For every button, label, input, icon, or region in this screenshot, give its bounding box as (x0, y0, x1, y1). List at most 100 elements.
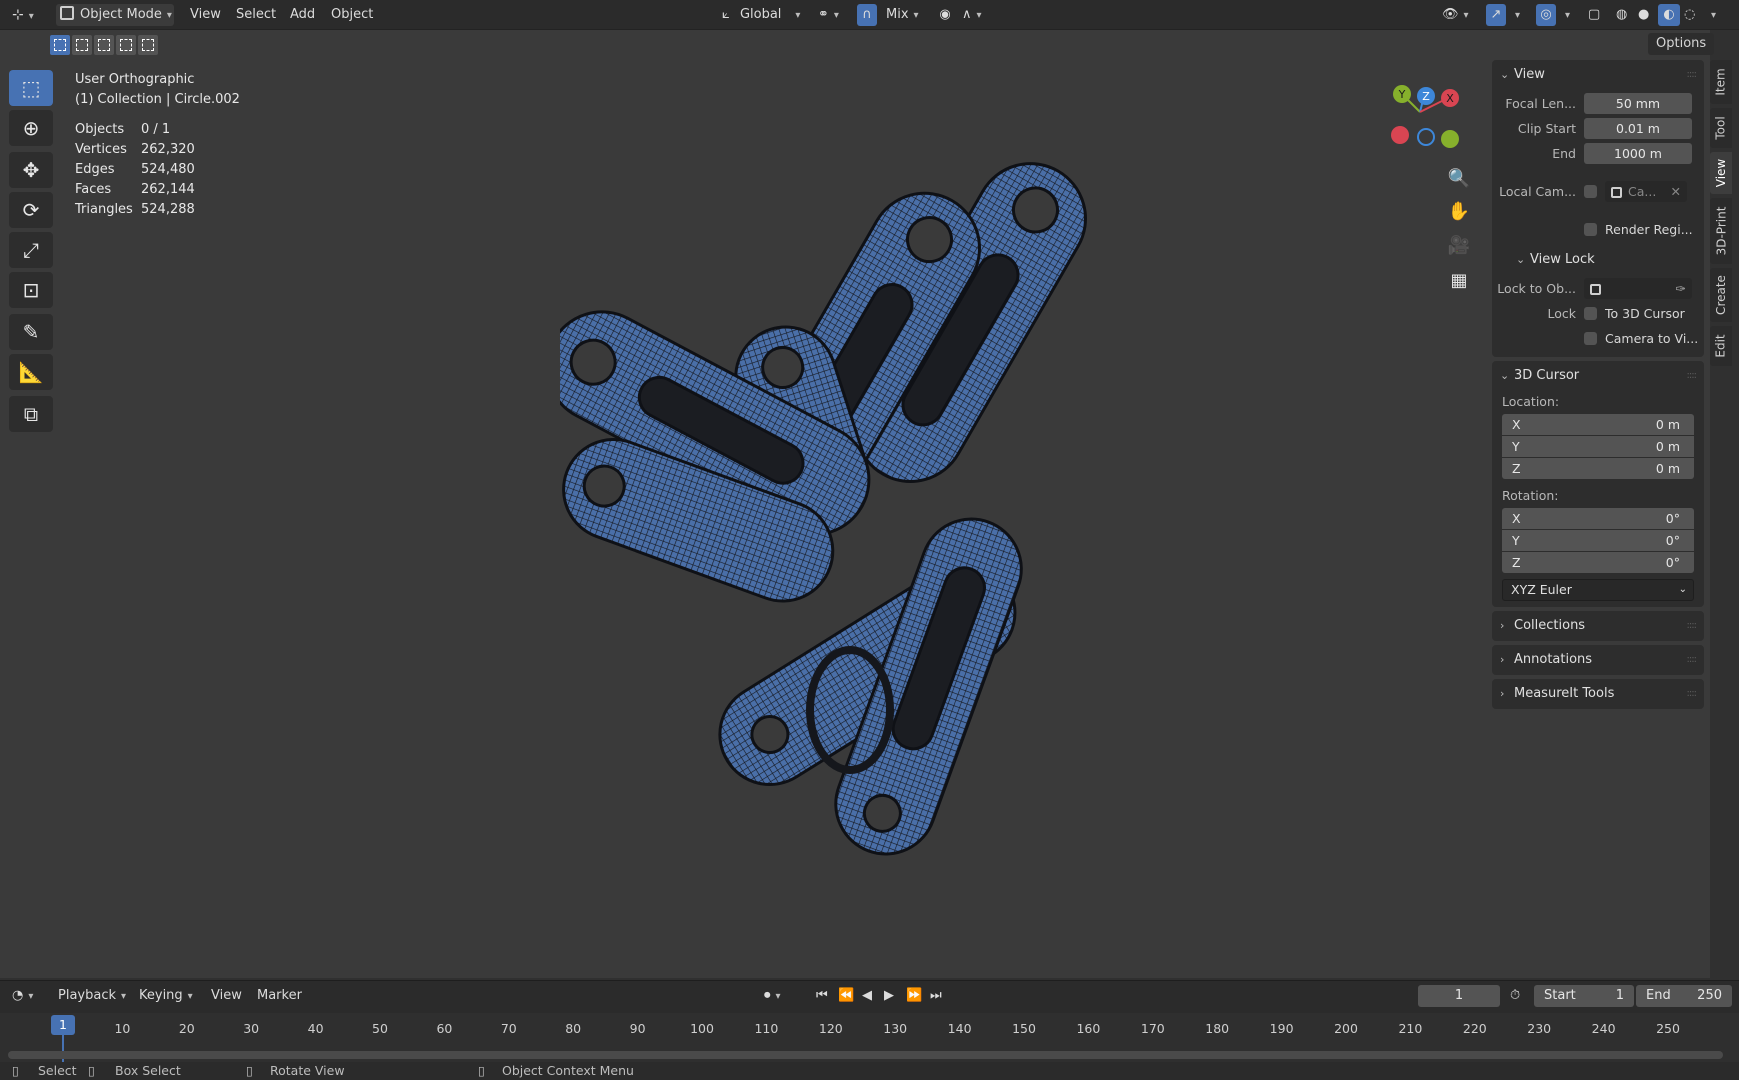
play-button[interactable]: ▶ (884, 985, 894, 1007)
tab-item[interactable]: Item (1710, 60, 1732, 104)
scale-tool[interactable]: ⤢ (9, 232, 53, 268)
falloff-dropdown[interactable]: ∧ ▾ (962, 4, 982, 26)
menu-select[interactable]: Select (236, 4, 276, 26)
auto-keying-toggle[interactable]: ⏺ ▾ (764, 985, 781, 1007)
mode-dropdown[interactable]: Object Mode ▾ (56, 4, 174, 26)
menu-object[interactable]: Object (331, 4, 373, 26)
gizmo-neg-z[interactable] (1417, 128, 1435, 146)
tab-tool[interactable]: Tool (1710, 108, 1732, 148)
gizmo-toggle[interactable]: ↗ (1486, 4, 1506, 26)
xray-toggle[interactable]: ▢ (1588, 4, 1600, 26)
menu-view[interactable]: View (190, 4, 221, 26)
select-invert-button[interactable] (116, 35, 136, 55)
drag-grip-icon[interactable]: :::: (1687, 645, 1698, 675)
view-panel-header[interactable]: ⌄ View:::: (1492, 60, 1704, 90)
current-frame-field[interactable]: 1 (1418, 985, 1500, 1007)
camera-to-view-checkbox[interactable] (1584, 331, 1597, 345)
menu-add[interactable]: Add (290, 4, 315, 26)
end-frame-field[interactable]: End 250 (1636, 985, 1732, 1007)
cursor-location-y[interactable]: Y0 m (1502, 436, 1694, 457)
select-box-tool[interactable]: ⬚ (9, 70, 53, 106)
move-tool[interactable]: ✥ (9, 152, 53, 188)
measure-tool[interactable]: 📐 (9, 354, 53, 390)
render-region-checkbox[interactable] (1584, 222, 1597, 236)
snap-mode-dropdown[interactable]: Mix ▾ (886, 4, 919, 26)
pan-button[interactable]: ✋ (1444, 196, 1474, 226)
cursor-tool[interactable]: ⊕ (9, 110, 53, 146)
annotations-panel-header[interactable]: › Annotations:::: (1492, 645, 1704, 675)
tab-view[interactable]: View (1710, 152, 1732, 194)
start-frame-field[interactable]: Start 1 (1534, 985, 1634, 1007)
wireframe-shading-button[interactable]: ◍ (1616, 4, 1627, 26)
play-reverse-button[interactable]: ◀ (862, 985, 872, 1007)
local-camera-checkbox[interactable] (1584, 184, 1597, 198)
eyedropper-icon[interactable]: ✑ (1676, 278, 1686, 299)
next-keyframe-button[interactable]: ⏩ (906, 985, 922, 1007)
menu-timeline-view[interactable]: View (211, 985, 242, 1007)
drag-grip-icon[interactable]: :::: (1687, 60, 1698, 90)
clothespin-mesh-model[interactable] (560, 130, 1180, 910)
drag-grip-icon[interactable]: :::: (1687, 611, 1698, 641)
pivot-point-dropdown[interactable]: ⚭ ▾ (818, 4, 839, 26)
drag-grip-icon[interactable]: :::: (1687, 361, 1698, 391)
drag-grip-icon[interactable]: :::: (1687, 679, 1698, 709)
local-camera-field[interactable]: Ca... ✕ (1605, 180, 1687, 202)
transform-tool[interactable]: ⊡ (9, 272, 53, 308)
shading-dropdown[interactable]: ▾ (1706, 4, 1716, 26)
focal-length-field[interactable]: 50 mm (1584, 92, 1692, 114)
timeline-scrollbar[interactable] (8, 1051, 1723, 1059)
measureit-panel-header[interactable]: › MeasureIt Tools:::: (1492, 679, 1704, 709)
rotation-mode-dropdown[interactable]: XYZ Euler ⌄ (1502, 579, 1694, 601)
snap-toggle[interactable]: ∩ (857, 4, 877, 26)
visibility-dropdown[interactable]: 👁 ▾ (1442, 4, 1469, 26)
3d-cursor-panel-header[interactable]: ⌄ 3D Cursor:::: (1492, 361, 1704, 391)
jump-end-button[interactable]: ⏭ (930, 985, 942, 1007)
cursor-rotation-x[interactable]: X 0° (1502, 508, 1694, 529)
gizmo-neg-y[interactable] (1441, 130, 1459, 148)
clip-end-field[interactable]: 1000 m (1584, 142, 1692, 164)
transform-orientation-dropdown[interactable]: ⟀ Global ▾ (722, 4, 800, 26)
select-new-button[interactable] (50, 35, 70, 55)
material-shading-button[interactable]: ◐ (1658, 4, 1680, 26)
solid-shading-button[interactable]: ● (1638, 4, 1649, 26)
tab-edit[interactable]: Edit (1710, 326, 1732, 366)
overlays-toggle[interactable]: ◎ (1536, 4, 1556, 26)
cursor-location-x[interactable]: X0 m (1502, 414, 1694, 435)
rotate-tool[interactable]: ⟳ (9, 192, 53, 228)
rendered-shading-button[interactable]: ◌ (1684, 4, 1695, 26)
zoom-button[interactable]: 🔍 (1444, 163, 1474, 193)
select-subtract-button[interactable] (94, 35, 114, 55)
menu-marker[interactable]: Marker (257, 985, 302, 1007)
overlays-dropdown[interactable]: ▾ (1560, 4, 1570, 26)
jump-start-button[interactable]: ⏮ (816, 985, 828, 1007)
gizmo-dropdown[interactable]: ▾ (1510, 4, 1520, 26)
navigation-gizmo[interactable]: Y Z X (1380, 82, 1460, 154)
clear-icon[interactable]: ✕ (1671, 181, 1681, 202)
camera-view-button[interactable]: 🎥 (1444, 230, 1474, 260)
lock-to-3d-cursor-checkbox[interactable] (1584, 306, 1597, 320)
menu-keying[interactable]: Keying ▾ (139, 985, 193, 1007)
ortho-toggle-button[interactable]: ▦ (1444, 265, 1474, 295)
select-extend-button[interactable] (72, 35, 92, 55)
proportional-edit-toggle[interactable]: ◉ (936, 4, 954, 26)
playhead-frame-indicator[interactable]: 1 (51, 1015, 75, 1035)
prev-keyframe-button[interactable]: ⏪ (838, 985, 854, 1007)
menu-playback[interactable]: Playback ▾ (58, 985, 126, 1007)
view-lock-subpanel-header[interactable]: ⌄ View Lock (1492, 245, 1704, 275)
editor-type-button[interactable]: ⊹ ▾ (12, 4, 34, 26)
lock-to-object-field[interactable]: ✑ (1584, 277, 1692, 299)
annotate-tool[interactable]: ✎ (9, 314, 53, 350)
options-dropdown[interactable]: Options▾ (1648, 33, 1715, 72)
cursor-rotation-y[interactable]: Y 0° (1502, 530, 1694, 551)
collections-panel-header[interactable]: › Collections:::: (1492, 611, 1704, 641)
timeline-editor-type-button[interactable]: ◔ ▾ (12, 985, 33, 1007)
tab-3d-print[interactable]: 3D-Print (1710, 198, 1732, 264)
cursor-location-z[interactable]: Z0 m (1502, 458, 1694, 479)
select-intersect-button[interactable] (138, 35, 158, 55)
gizmo-neg-x[interactable] (1391, 126, 1409, 144)
clip-start-field[interactable]: 0.01 m (1584, 117, 1692, 139)
tab-create[interactable]: Create (1710, 268, 1732, 322)
cursor-rotation-z[interactable]: Z 0° (1502, 552, 1694, 573)
preview-range-toggle[interactable]: ⏱ (1510, 985, 1520, 1007)
add-cube-tool[interactable]: ⧉ (9, 396, 53, 432)
